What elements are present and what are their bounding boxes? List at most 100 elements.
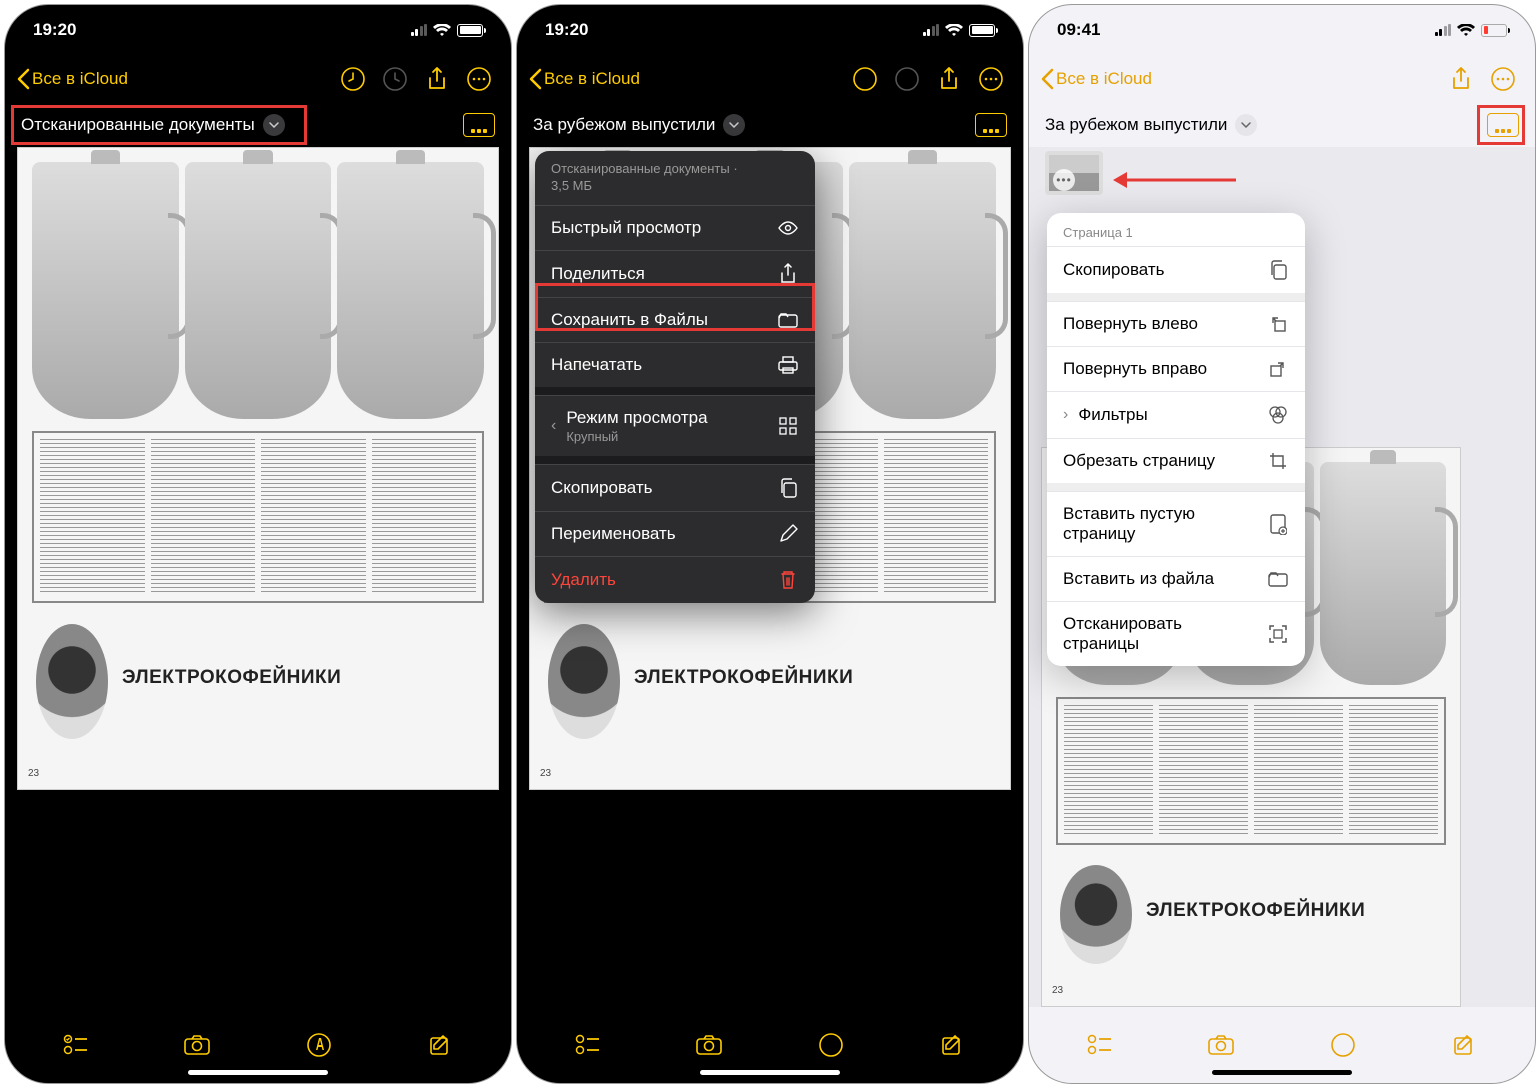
- thumbnail-view-button[interactable]: [463, 113, 495, 137]
- rotate-right-icon: [1267, 359, 1289, 379]
- markup-button[interactable]: [811, 1025, 851, 1065]
- blank-page-icon: [1267, 513, 1289, 535]
- filters-icon: [1267, 404, 1289, 426]
- navigation-bar: Все в iCloud: [517, 55, 1023, 103]
- checklist-button[interactable]: [1080, 1025, 1120, 1065]
- status-time: 19:20: [545, 20, 588, 40]
- status-time: 09:41: [1057, 20, 1100, 40]
- menu-crop[interactable]: Обрезать страницу: [1047, 438, 1305, 483]
- menu-scan-pages[interactable]: Отсканировать страницы: [1047, 601, 1305, 666]
- annotation-arrow: [1111, 165, 1241, 195]
- menu-header: Отсканированные документы ·3,5 МБ: [535, 151, 815, 205]
- status-right: [1435, 24, 1508, 37]
- menu-rotate-left[interactable]: Повернуть влево: [1047, 301, 1305, 346]
- printer-icon: [777, 355, 799, 375]
- pencil-icon: [777, 524, 799, 544]
- markup-button[interactable]: [1323, 1025, 1363, 1065]
- note-title-bar: За рубежом выпустили: [517, 103, 1023, 147]
- menu-share[interactable]: Поделиться: [535, 250, 815, 297]
- attachment-context-menu: Отсканированные документы ·3,5 МБ Быстры…: [535, 151, 815, 603]
- status-right: [411, 24, 484, 37]
- scan-icon: [1267, 623, 1289, 645]
- markup-button[interactable]: [299, 1025, 339, 1065]
- note-title[interactable]: За рубежом выпустили: [1045, 115, 1227, 135]
- eye-icon: [777, 220, 799, 236]
- menu-view-mode[interactable]: ‹ Режим просмотраКрупный: [535, 395, 815, 456]
- camera-button[interactable]: [1201, 1025, 1241, 1065]
- screen-1: 19:20 Все в iCloud Отсканированные докум…: [4, 4, 512, 1084]
- thumbnail-view-button[interactable]: [975, 113, 1007, 137]
- menu-copy[interactable]: Скопировать: [1047, 246, 1305, 293]
- status-right: [923, 24, 996, 37]
- more-button[interactable]: [971, 59, 1011, 99]
- more-button[interactable]: [459, 59, 499, 99]
- page-context-menu: Страница 1 Скопировать Повернуть влево П…: [1047, 213, 1305, 666]
- camera-button[interactable]: [177, 1025, 217, 1065]
- share-button[interactable]: [1441, 59, 1481, 99]
- rotate-left-icon: [1267, 314, 1289, 334]
- doc-page-number: 23: [28, 768, 39, 779]
- menu-insert-file[interactable]: Вставить из файла: [1047, 556, 1305, 601]
- compose-button[interactable]: [420, 1025, 460, 1065]
- doc-page-number: 23: [1052, 985, 1063, 996]
- menu-rename[interactable]: Переименовать: [535, 511, 815, 556]
- more-button[interactable]: [1483, 59, 1523, 99]
- menu-print[interactable]: Напечатать: [535, 342, 815, 387]
- redo-button[interactable]: [887, 59, 927, 99]
- note-content[interactable]: ЭЛЕКТРОКОФЕЙНИКИ 23: [5, 147, 511, 1007]
- menu-header: Страница 1: [1047, 213, 1305, 246]
- menu-save-to-files[interactable]: Сохранить в Файлы: [535, 297, 815, 342]
- undo-button[interactable]: [333, 59, 373, 99]
- wifi-icon: [1457, 24, 1475, 37]
- back-button[interactable]: Все в iCloud: [17, 68, 128, 90]
- note-title[interactable]: Отсканированные документы: [21, 115, 255, 135]
- menu-quicklook[interactable]: Быстрый просмотр: [535, 205, 815, 250]
- cellular-icon: [411, 24, 428, 36]
- grid-icon: [777, 416, 799, 436]
- wifi-icon: [945, 24, 963, 37]
- screen-2: 19:20 Все в iCloud За рубежом выпустили …: [516, 4, 1024, 1084]
- compose-button[interactable]: [932, 1025, 972, 1065]
- home-indicator[interactable]: [700, 1070, 840, 1075]
- doc-brand: ЭЛЕКТРОКОФЕЙНИКИ: [634, 667, 996, 689]
- menu-insert-blank[interactable]: Вставить пустую страницу: [1047, 491, 1305, 556]
- menu-filters[interactable]: ›Фильтры: [1047, 391, 1305, 438]
- share-icon: [777, 263, 799, 285]
- status-bar: 09:41: [1029, 5, 1535, 55]
- navigation-bar: Все в iCloud: [1029, 55, 1535, 103]
- thumbnail-view-button[interactable]: [1487, 113, 1519, 137]
- status-bar: 19:20: [5, 5, 511, 55]
- back-label: Все в iCloud: [32, 69, 128, 89]
- checklist-button[interactable]: [56, 1025, 96, 1065]
- menu-rotate-right[interactable]: Повернуть вправо: [1047, 346, 1305, 391]
- back-button[interactable]: Все в iCloud: [529, 68, 640, 90]
- folder-icon: [777, 311, 799, 329]
- camera-button[interactable]: [689, 1025, 729, 1065]
- checklist-button[interactable]: [568, 1025, 608, 1065]
- menu-delete[interactable]: Удалить: [535, 556, 815, 603]
- battery-low-icon: [1481, 24, 1507, 37]
- wifi-icon: [433, 24, 451, 37]
- note-title[interactable]: За рубежом выпустили: [533, 115, 715, 135]
- redo-button[interactable]: [375, 59, 415, 99]
- crop-icon: [1267, 451, 1289, 471]
- cellular-icon: [1435, 24, 1452, 36]
- screen-3: 09:41 Все в iCloud За рубежом выпустили …: [1028, 4, 1536, 1084]
- status-time: 19:20: [33, 20, 76, 40]
- title-chevron-icon[interactable]: [263, 114, 285, 136]
- cellular-icon: [923, 24, 940, 36]
- compose-button[interactable]: [1444, 1025, 1484, 1065]
- title-chevron-icon[interactable]: [1235, 114, 1257, 136]
- share-button[interactable]: [417, 59, 457, 99]
- scanned-document[interactable]: ЭЛЕКТРОКОФЕЙНИКИ 23: [17, 147, 499, 790]
- title-chevron-icon[interactable]: [723, 114, 745, 136]
- menu-copy[interactable]: Скопировать: [535, 464, 815, 511]
- share-button[interactable]: [929, 59, 969, 99]
- page-options-button[interactable]: •••: [1053, 169, 1075, 191]
- home-indicator[interactable]: [1212, 1070, 1352, 1075]
- note-title-bar: За рубежом выпустили: [1029, 103, 1535, 147]
- undo-button[interactable]: [845, 59, 885, 99]
- back-button[interactable]: Все в iCloud: [1041, 68, 1152, 90]
- page-thumbnail[interactable]: •••: [1045, 151, 1103, 195]
- home-indicator[interactable]: [188, 1070, 328, 1075]
